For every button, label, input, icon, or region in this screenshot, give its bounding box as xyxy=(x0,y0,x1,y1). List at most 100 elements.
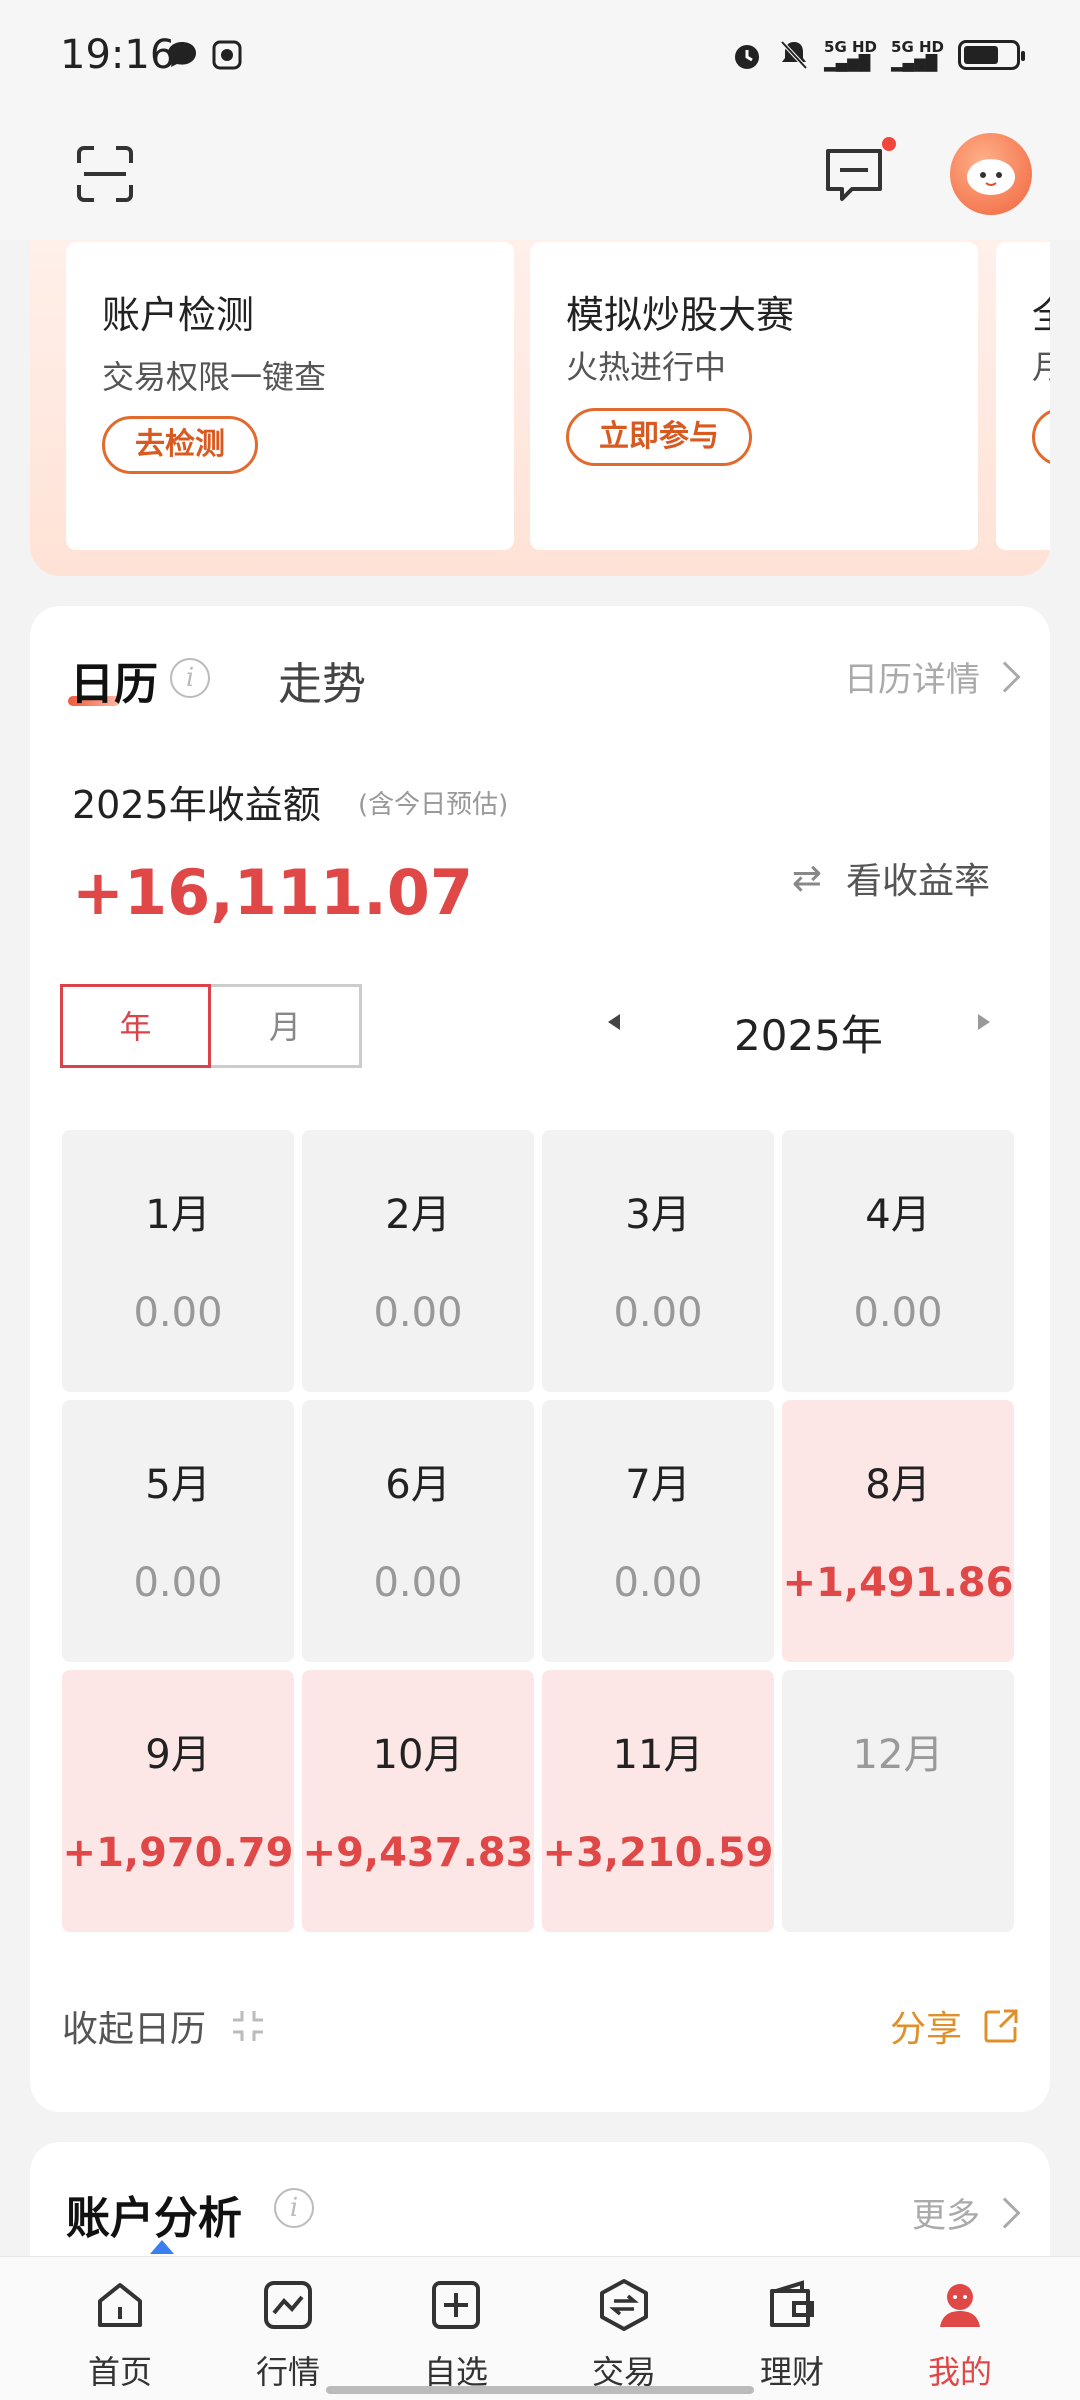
month-label: 2月 xyxy=(385,1192,451,1238)
profile-icon xyxy=(940,2284,980,2327)
chevron-right-icon xyxy=(989,660,1021,693)
next-year-arrow-icon[interactable] xyxy=(978,1014,990,1030)
tab-calendar[interactable]: 日历 xyxy=(70,648,158,712)
nav-label: 首页 xyxy=(87,2353,152,2391)
month-label: 9月 xyxy=(145,1732,211,1778)
plus-square-icon xyxy=(432,2281,480,2329)
chevron-right-icon xyxy=(989,2196,1021,2229)
collapse-calendar-label: 收起日历 xyxy=(62,2009,207,2050)
earnings-label: 2025年收益额 xyxy=(72,783,321,827)
month-cell[interactable]: 8月 +1,491.86 xyxy=(782,1400,1014,1662)
month-cell[interactable]: 4月 0.00 xyxy=(782,1130,1014,1392)
nav-market[interactable]: 行情 xyxy=(204,2257,372,2400)
pointer-marker xyxy=(150,2240,174,2254)
promo-button-partial[interactable] xyxy=(1032,408,1050,466)
promo-strip: 账户检测 交易权限一键查 去检测 模拟炒股大赛 火热进行中 立即参与 全 月 xyxy=(30,240,1050,576)
segment-month[interactable]: 月 xyxy=(211,984,362,1068)
month-value: +1,491.86 xyxy=(782,1560,1014,1606)
chart-icon xyxy=(264,2281,312,2329)
home-indicator[interactable] xyxy=(326,2386,754,2394)
month-value: +3,210.59 xyxy=(542,1830,774,1876)
share-icon xyxy=(984,2009,1018,2043)
nav-mine[interactable]: 我的 xyxy=(876,2257,1044,2400)
calendar-detail-link[interactable]: 日历详情 xyxy=(844,652,1021,701)
share-button[interactable]: 分享 xyxy=(890,2000,1020,2052)
collapse-calendar-button[interactable]: 收起日历 xyxy=(62,2000,266,2052)
promo-subtitle: 月 xyxy=(1032,348,1050,386)
month-cell[interactable]: 12月 xyxy=(782,1670,1014,1932)
signal-2: 5G HD ▂▄▆█ xyxy=(891,38,944,72)
app-notification-icon xyxy=(212,40,242,70)
month-cell[interactable]: 6月 0.00 xyxy=(302,1400,534,1662)
month-value: 0.00 xyxy=(613,1290,703,1336)
nav-home[interactable]: 首页 xyxy=(36,2257,204,2400)
info-icon[interactable]: i xyxy=(170,658,210,698)
info-icon[interactable]: i xyxy=(274,2188,314,2228)
status-time: 19:16 xyxy=(60,32,176,78)
nav-trade[interactable]: 交易 xyxy=(540,2257,708,2400)
month-label: 12月 xyxy=(852,1732,944,1778)
month-cell[interactable]: 1月 0.00 xyxy=(62,1130,294,1392)
bottom-nav: 首页 行情 自选 交易 理财 我的 xyxy=(0,2256,1080,2400)
wallet-icon xyxy=(770,2280,814,2327)
join-button[interactable]: 立即参与 xyxy=(566,408,752,466)
month-value: +9,437.83 xyxy=(302,1830,534,1876)
calendar-card: 日历 i 走势 日历详情 2025年收益额 (含今日预估) +16,111.07… xyxy=(30,606,1050,2112)
month-cell[interactable]: 9月 +1,970.79 xyxy=(62,1670,294,1932)
tab-trend[interactable]: 走势 xyxy=(278,648,366,712)
promo-title: 模拟炒股大赛 xyxy=(566,293,795,337)
month-value: 0.00 xyxy=(373,1560,463,1606)
check-button[interactable]: 去检测 xyxy=(102,416,258,474)
month-label: 11月 xyxy=(612,1732,704,1778)
month-cell[interactable]: 7月 0.00 xyxy=(542,1400,774,1662)
month-value: 0.00 xyxy=(613,1560,703,1606)
unread-dot xyxy=(882,137,896,151)
share-label: 分享 xyxy=(889,2009,962,2050)
chat-bubble-icon xyxy=(168,42,196,67)
promo-subtitle: 交易权限一键查 xyxy=(102,358,327,396)
month-cell[interactable]: 3月 0.00 xyxy=(542,1130,774,1392)
nav-watchlist[interactable]: 自选 xyxy=(372,2257,540,2400)
mute-bell-icon xyxy=(780,40,808,70)
collapse-icon xyxy=(233,2011,264,2041)
month-cell[interactable]: 10月 +9,437.83 xyxy=(302,1670,534,1932)
promo-card-account-check[interactable]: 账户检测 交易权限一键查 去检测 xyxy=(66,242,514,550)
message-icon[interactable] xyxy=(824,147,884,203)
status-notification-icons xyxy=(166,40,242,70)
view-return-rate-label: 看收益率 xyxy=(845,861,990,902)
more-link[interactable]: 更多 xyxy=(912,2188,1021,2237)
view-return-rate-button[interactable]: ⇄ 看收益率 xyxy=(792,852,990,904)
period-segment: 年 月 xyxy=(60,984,362,1068)
month-label: 10月 xyxy=(372,1732,464,1778)
month-value: 0.00 xyxy=(133,1290,223,1336)
month-cell[interactable]: 5月 0.00 xyxy=(62,1400,294,1662)
avatar[interactable] xyxy=(950,133,1032,215)
status-right-icons: 5G HD ▂▄▆█ 5G HD ▂▄▆█ xyxy=(730,38,1025,72)
scan-icon[interactable] xyxy=(76,145,134,203)
calendar-detail-label: 日历详情 xyxy=(844,660,980,700)
month-value: 0.00 xyxy=(373,1290,463,1336)
month-label: 6月 xyxy=(385,1462,451,1508)
signal-1: 5G HD ▂▄▆█ xyxy=(824,38,878,72)
month-label: 5月 xyxy=(145,1462,211,1508)
nav-label: 我的 xyxy=(927,2353,992,2391)
promo-card-trading-contest[interactable]: 模拟炒股大赛 火热进行中 立即参与 xyxy=(530,242,978,550)
top-bar xyxy=(0,115,1080,240)
promo-subtitle: 火热进行中 xyxy=(566,348,727,386)
nav-finance[interactable]: 理财 xyxy=(708,2257,876,2400)
month-cell[interactable]: 11月 +3,210.59 xyxy=(542,1670,774,1932)
month-value: 0.00 xyxy=(853,1290,943,1336)
battery-icon xyxy=(958,40,1025,70)
earnings-note: (含今日预估) xyxy=(358,790,509,820)
segment-year[interactable]: 年 xyxy=(60,984,211,1068)
promo-card-partial[interactable]: 全 月 xyxy=(996,242,1050,550)
account-analysis-title: 账户分析 xyxy=(66,2193,242,2244)
home-icon xyxy=(98,2283,142,2327)
month-label: 4月 xyxy=(865,1192,931,1238)
month-value: +1,970.79 xyxy=(62,1830,294,1876)
swap-icon: ⇄ xyxy=(791,857,822,899)
prev-year-arrow-icon[interactable] xyxy=(608,1014,620,1030)
more-label: 更多 xyxy=(912,2196,980,2236)
year-label: 2025年 xyxy=(734,1011,883,1060)
month-cell[interactable]: 2月 0.00 xyxy=(302,1130,534,1392)
